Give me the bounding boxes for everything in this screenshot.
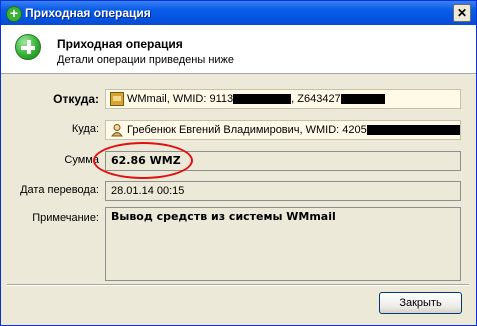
incoming-icon: + bbox=[6, 6, 22, 22]
to-field[interactable]: Гребенюк Евгений Владимирович, WMID: 420… bbox=[105, 120, 461, 140]
person-icon bbox=[110, 123, 124, 137]
from-field[interactable]: WMmail, WMID: 9113 , Z643427 bbox=[105, 89, 461, 109]
dialog-window: + Приходная операция ✕ Приходная операци… bbox=[0, 0, 477, 326]
redacted-block bbox=[233, 94, 292, 105]
date-field[interactable]: 28.01.14 00:15 bbox=[105, 181, 461, 201]
redacted-block bbox=[340, 94, 385, 105]
title-bar[interactable]: + Приходная операция ✕ bbox=[1, 1, 476, 25]
red-annotation-circle bbox=[93, 142, 193, 179]
to-label: Куда: bbox=[71, 123, 99, 135]
note-label: Примечание: bbox=[32, 212, 99, 224]
from-value-prefix: WMmail, WMID: 9113 bbox=[127, 93, 234, 105]
header-panel: Приходная операция Детали операции приве… bbox=[1, 25, 476, 74]
to-value-prefix: Гребенюк Евгений Владимирович, WMID: 420… bbox=[127, 124, 367, 136]
amount-label: Сумма bbox=[64, 154, 99, 166]
header-subtitle: Детали операции приведены ниже bbox=[57, 54, 235, 66]
note-field[interactable]: Вывод средств из системы WMmail bbox=[105, 207, 461, 281]
close-button[interactable]: Закрыть bbox=[379, 292, 462, 314]
wallet-icon bbox=[110, 92, 124, 106]
from-value-mid: , Z643427 bbox=[291, 93, 341, 105]
redacted-block bbox=[366, 125, 460, 136]
header-title: Приходная операция bbox=[57, 37, 183, 51]
add-plus-icon bbox=[15, 34, 41, 60]
divider bbox=[7, 284, 469, 286]
date-label: Дата перевода: bbox=[20, 184, 99, 196]
close-window-button[interactable]: ✕ bbox=[453, 4, 471, 22]
window-title: Приходная операция bbox=[25, 6, 151, 20]
from-label: Откуда: bbox=[53, 92, 99, 106]
